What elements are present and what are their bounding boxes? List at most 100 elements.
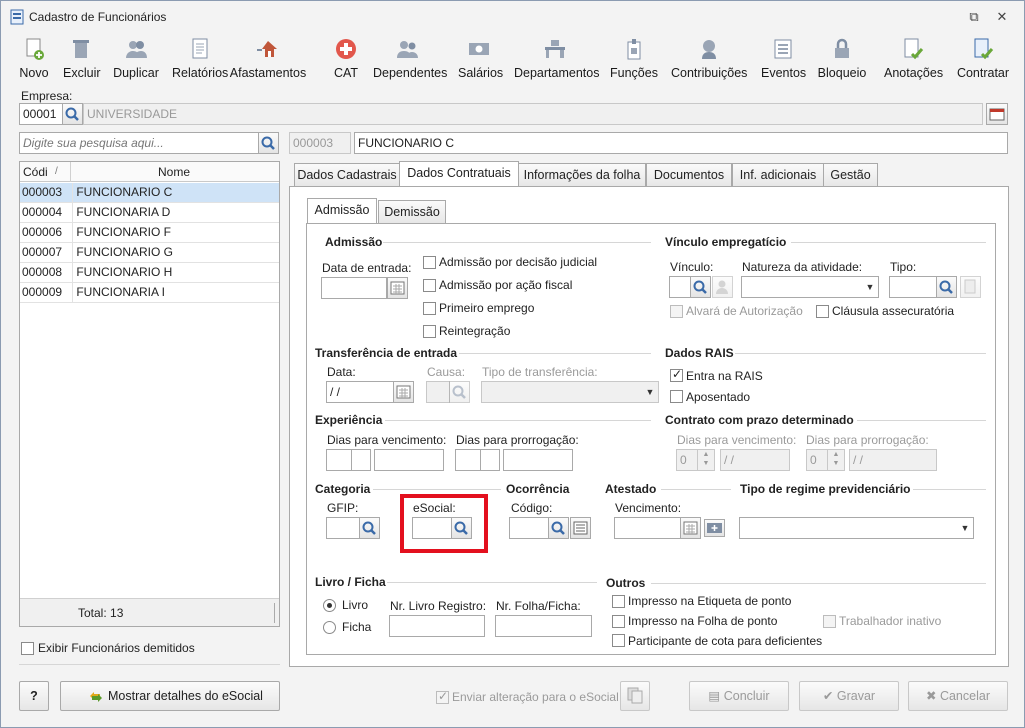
- gfip-search-button[interactable]: [359, 517, 380, 539]
- money-icon: [469, 43, 489, 55]
- exp-venc-date[interactable]: [374, 449, 444, 471]
- toolbar-label: Contratar: [956, 66, 1010, 80]
- ocorrencia-list-button[interactable]: [570, 517, 591, 539]
- toolbar-salarios-button[interactable]: Salários: [458, 35, 503, 81]
- gfip-field[interactable]: [326, 517, 360, 539]
- toolbar-duplicar-button[interactable]: Duplicar: [113, 35, 159, 81]
- calendar-grid-button[interactable]: [986, 103, 1008, 125]
- entry-date-field[interactable]: [321, 277, 387, 299]
- vinculo-field[interactable]: [669, 276, 691, 298]
- current-name-field[interactable]: FUNCIONARIO C: [354, 132, 1008, 154]
- toolbar-departamentos-button[interactable]: Departamentos: [514, 35, 599, 81]
- livro-registro-field[interactable]: [389, 615, 485, 637]
- copy-button: [620, 681, 650, 711]
- clausula-checkbox[interactable]: [816, 305, 829, 318]
- table-row[interactable]: 000004 FUNCIONARIA D: [20, 203, 279, 223]
- ocorrencia-code-field[interactable]: [509, 517, 549, 539]
- etiqueta-checkbox[interactable]: [612, 595, 625, 608]
- tab-4[interactable]: Documentos: [646, 163, 732, 187]
- table-row[interactable]: 000008 FUNCIONARIO H: [20, 263, 279, 283]
- cota-checkbox[interactable]: [612, 634, 625, 647]
- transfer-date-label: Data:: [327, 365, 356, 379]
- empresa-code-field[interactable]: 00001: [19, 103, 63, 125]
- table-row[interactable]: 000007 FUNCIONARIO G: [20, 243, 279, 263]
- folha-ficha-field[interactable]: [495, 615, 592, 637]
- transfer-date-calendar-button[interactable]: [393, 381, 414, 403]
- tab-2[interactable]: Dados Contratuais: [399, 161, 519, 187]
- admissao-checkbox-4[interactable]: [423, 325, 436, 338]
- toolbar-contratar-button[interactable]: Contratar: [956, 35, 1010, 81]
- toolbar-novo-button[interactable]: Novo: [19, 35, 49, 81]
- esocial-arrows-icon: [90, 692, 102, 702]
- esocial-field[interactable]: [412, 517, 452, 539]
- subtab-admissao[interactable]: Admissão: [307, 198, 377, 224]
- report-icon: [192, 38, 208, 59]
- natureza-select[interactable]: ▼: [741, 276, 879, 298]
- inativo-checkbox[interactable]: [823, 615, 836, 628]
- ficha-radio[interactable]: [323, 621, 336, 634]
- exp-prorr-spinner[interactable]: [480, 449, 500, 471]
- esocial-details-button[interactable]: Mostrar detalhes do eSocial: [60, 681, 280, 711]
- esocial-details-label: Mostrar detalhes do eSocial: [108, 689, 263, 703]
- regime-select[interactable]: ▼: [739, 517, 974, 539]
- title-bar: Cadastro de Funcionários ⧉ ✕: [1, 1, 1024, 33]
- entry-date-calendar-button[interactable]: [387, 277, 408, 299]
- restore-button[interactable]: ⧉: [963, 7, 985, 27]
- exp-prorr-days[interactable]: [455, 449, 481, 471]
- table-row[interactable]: 000006 FUNCIONARIO F: [20, 223, 279, 243]
- atestado-venc-field[interactable]: [614, 517, 681, 539]
- toolbar-eventos-button[interactable]: Eventos: [761, 35, 806, 81]
- toolbar-anotacoes-button[interactable]: Anotações: [884, 35, 943, 81]
- esocial-search-button[interactable]: [451, 517, 472, 539]
- badge-icon: [627, 39, 641, 60]
- toolbar-dependentes-button[interactable]: Dependentes: [373, 35, 447, 81]
- tipo-search-button[interactable]: [936, 276, 957, 298]
- toolbar-contribuicoes-button[interactable]: Contribuições: [671, 35, 747, 81]
- vinculo-search-button[interactable]: [690, 276, 711, 298]
- ocorrencia-search-button[interactable]: [548, 517, 569, 539]
- atestado-add-button[interactable]: [704, 519, 725, 537]
- enviar-esocial-checkbox[interactable]: [436, 689, 449, 704]
- exp-prorr-date[interactable]: [503, 449, 573, 471]
- toolbar-cat-button[interactable]: CAT: [334, 35, 358, 81]
- admissao-checkbox-2[interactable]: [423, 279, 436, 292]
- folha-ponto-checkbox[interactable]: [612, 615, 625, 628]
- toolbar-bloqueio-button[interactable]: Bloqueio: [817, 35, 867, 81]
- toolbar-excluir-button[interactable]: Excluir: [63, 35, 101, 81]
- exp-venc-spinner[interactable]: [351, 449, 371, 471]
- folha-ponto-label: Impresso na Folha de ponto: [628, 614, 778, 628]
- toolbar: Novo Excluir Duplicar Relatórios Afastamento…: [1, 33, 1024, 83]
- entra-rais-checkbox[interactable]: [670, 367, 683, 382]
- toolbar-afastamentos-button[interactable]: Afastamentos: [217, 35, 319, 81]
- divider: [385, 420, 651, 421]
- admissao-checkbox-1[interactable]: [423, 256, 436, 269]
- atestado-calendar-button[interactable]: [680, 517, 701, 539]
- tab-5[interactable]: Inf. adicionais: [732, 163, 824, 187]
- show-dismissed-checkbox[interactable]: [21, 642, 34, 655]
- close-button[interactable]: ✕: [991, 7, 1013, 27]
- transfer-date-field[interactable]: / /: [326, 381, 394, 403]
- grid-header-name[interactable]: Nome: [158, 162, 190, 182]
- aposentado-checkbox[interactable]: [670, 390, 683, 403]
- alvara-checkbox[interactable]: [670, 305, 683, 318]
- empresa-search-button[interactable]: [62, 103, 83, 125]
- tipo-field[interactable]: [889, 276, 937, 298]
- tab-3[interactable]: Informações da folha: [518, 163, 646, 187]
- search-button[interactable]: [258, 132, 279, 154]
- tab-6[interactable]: Gestão: [823, 163, 878, 187]
- livro-radio[interactable]: [323, 599, 336, 612]
- gravar-label: Gravar: [836, 689, 876, 703]
- toolbar-funcoes-button[interactable]: Funções: [610, 35, 658, 81]
- search-input[interactable]: Digite sua pesquisa aqui...: [19, 132, 259, 154]
- subtab-demissao[interactable]: Demissão: [378, 200, 446, 224]
- tab-1[interactable]: Dados Cadastrais: [294, 163, 400, 187]
- admissao-checkbox-3[interactable]: [423, 302, 436, 315]
- table-row[interactable]: 000003 FUNCIONARIO C: [20, 183, 279, 203]
- help-button[interactable]: ?: [19, 681, 49, 711]
- admissao-checkbox-label: Reintegração: [439, 324, 511, 338]
- codigo-label: Código:: [511, 501, 553, 515]
- grid-footer: Total: 13: [20, 598, 279, 626]
- table-row[interactable]: 000009 FUNCIONARIA I: [20, 283, 279, 303]
- grid-header-code[interactable]: Códi: [23, 162, 48, 182]
- exp-venc-days[interactable]: [326, 449, 352, 471]
